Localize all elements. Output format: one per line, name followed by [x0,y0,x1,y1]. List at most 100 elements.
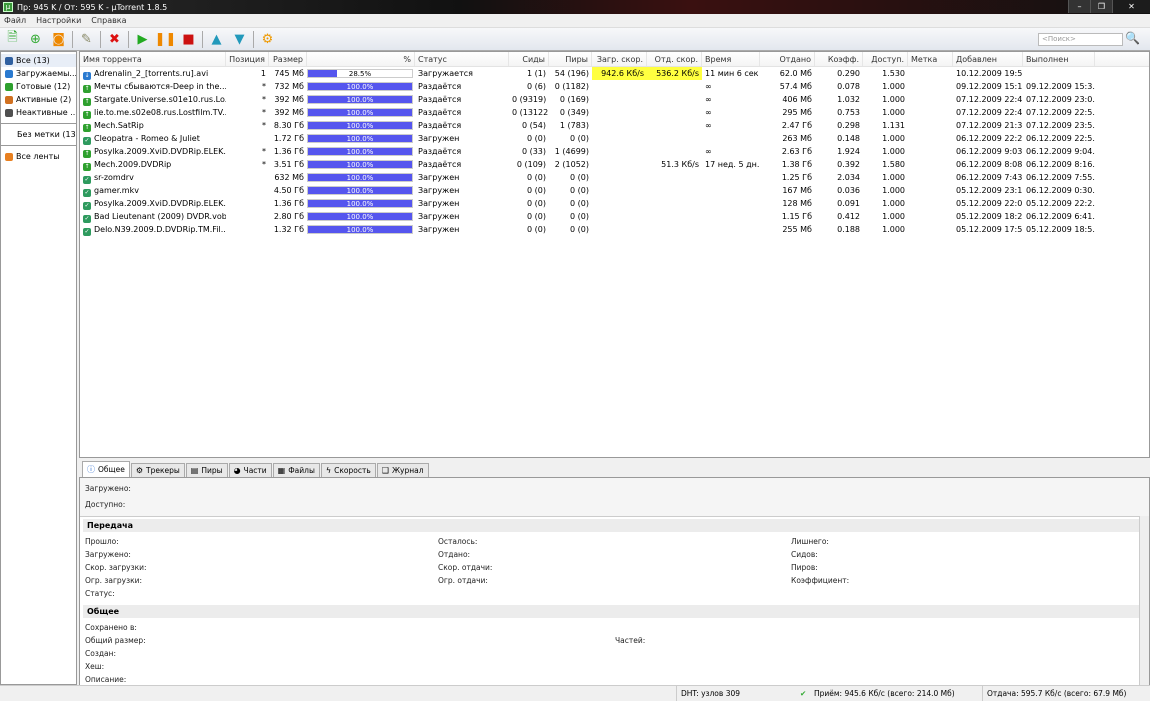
cell-availability: 1.000 [882,186,905,195]
torrent-row[interactable]: ✓ Posylka.2009.XviD.DVDRip.ELEK... 1.36 Гб… [80,197,1149,210]
move-up-icon[interactable]: ▲ [207,30,226,49]
torrent-row[interactable]: ✓ gamer.mkv 4.50 Гб 100.0% Загружен 0 (0) 0 (0… [80,184,1149,197]
tab-log[interactable]: ❑ Журнал [376,463,429,477]
column-header-seeds[interactable]: Сиды [509,52,549,66]
transfer-field-label: Пиров: [791,563,818,572]
torrent-row[interactable]: ↑ Mech.2009.DVDRip * 3.51 Гб 100.0% Раздаётся… [80,158,1149,171]
details-scrollbar[interactable] [1139,516,1149,686]
sidebar-item-no-label[interactable]: Без метки (13) [1,128,76,141]
progress-label: 100.0% [346,213,374,221]
column-header-completed[interactable]: Выполнен [1023,52,1095,66]
rss-icon[interactable]: ◙ [49,30,68,49]
pause-icon[interactable]: ❚❚ [155,30,177,49]
tab-label: Трекеры [146,466,180,475]
column-header-peers[interactable]: Пиры [549,52,592,66]
cell-percent: 100.0% [307,145,415,158]
torrent-row[interactable]: ↑ Mech.SatRip * 8.30 Гб 100.0% Раздаётся 0 (54… [80,119,1149,132]
add-url-icon[interactable]: ⊕ [26,30,45,49]
maximize-button[interactable]: ❐ [1090,0,1112,13]
column-header-ratio[interactable]: Коэфф. [815,52,863,66]
tab-trackers[interactable]: ⚙ Трекеры [130,463,185,477]
move-down-icon[interactable]: ▼ [230,30,249,49]
torrent-name: lie.to.me.s02e08.rus.Lostfilm.TV... [94,108,226,117]
column-header-name[interactable]: Имя торрента [80,52,226,66]
cell-percent: 100.0% [307,93,415,106]
remove-icon[interactable]: ✖ [105,30,124,49]
column-header-label[interactable]: Метка [908,52,953,66]
close-button[interactable]: ✕ [1112,0,1150,13]
tab-peers[interactable]: ▤ Пиры [185,463,228,477]
cell-label [908,119,953,132]
torrent-row[interactable]: ↑ Posylka.2009.XviD.DVDRip.ELEK... * 1.36 Г… [80,145,1149,158]
cell-label [908,106,953,119]
torrent-row[interactable]: ✓ Delo.N39.2009.D.DVDRip.TM.Fil... 1.32 Гб… [80,223,1149,236]
progress-bar: 100.0% [307,147,413,156]
cell-position: * [262,160,266,169]
cell-download-speed [592,171,647,184]
torrent-row[interactable]: ↑ Stargate.Universe.s01e10.rus.Lo... * 392 … [80,93,1149,106]
tab-general[interactable]: ⓘ Общее [82,461,130,477]
search-input[interactable]: <Поиск> [1038,33,1123,46]
cell-status: Загружен [418,199,460,208]
torrent-row[interactable]: ✓ sr-zomdrv 632 Мб 100.0% Загружен 0 (0) 0 (0)… [80,171,1149,184]
cell-status: Раздаётся [418,160,462,169]
search-icon[interactable]: 🔍 [1125,31,1140,45]
column-header-percent[interactable]: % [307,52,415,66]
column-header-position[interactable]: Позиция [226,52,269,66]
cell-uploaded: 2.47 Гб [781,121,812,130]
trackers-icon: ⚙ [135,466,143,475]
sidebar-item-inactive[interactable]: Неактивные ... [1,106,76,119]
torrent-row[interactable]: ✓ Bad Lieutenant (2009) DVDR.vob 2.80 Гб 10… [80,210,1149,223]
cell-status: Загружен [418,225,460,234]
sidebar-item-all[interactable]: Все (13) [1,54,76,67]
cell-completed: 06.12.2009 6:41... [1026,212,1095,221]
column-header-added[interactable]: Добавлен [953,52,1023,66]
menu-help[interactable]: Справка [91,16,126,25]
tab-files[interactable]: ▦ Файлы [272,463,320,477]
torrent-row[interactable]: ↓ Adrenalin_2_[torrents.ru].avi 1 745 Мб 28.… [80,67,1149,80]
sidebar-item-label: Неактивные ... [16,108,76,117]
menu-file[interactable]: Файл [4,16,26,25]
cell-added: 06.12.2009 9:03... [956,147,1023,156]
column-header-uploaded[interactable]: Отдано [760,52,815,66]
column-header-status[interactable]: Статус [415,52,509,66]
cell-eta: ∞ [705,121,712,130]
sidebar-item-label: Готовые (12) [16,82,71,91]
torrent-row[interactable]: ↑ Мечты сбываются-Deep in the... * 732 Мб 10… [80,80,1149,93]
column-header-download-speed[interactable]: Загр. скор. [592,52,647,66]
column-header-availability[interactable]: Доступ. [863,52,908,66]
cell-uploaded: 255 Мб [782,225,812,234]
cell-upload-speed [647,106,702,119]
progress-label: 100.0% [346,135,374,143]
stop-icon[interactable]: ■ [179,30,198,49]
cell-seeds: 0 (109) [516,160,546,169]
column-header-eta[interactable]: Время [702,52,760,66]
tab-pieces[interactable]: ◕ Части [228,463,272,477]
create-torrent-icon[interactable]: ✎ [77,30,96,49]
cell-size: 4.50 Гб [273,186,304,195]
tab-speed[interactable]: ϟ Скорость [320,463,376,477]
sidebar-item-downloading[interactable]: Загружаемы... [1,67,76,80]
cell-name: ✓ sr-zomdrv [80,171,226,184]
cell-seeds: 0 (33) [521,147,546,156]
sidebar-item-completed[interactable]: Готовые (12) [1,80,76,93]
cell-ratio: 0.091 [837,199,860,208]
sidebar-item-active[interactable]: Активные (2) [1,93,76,106]
minimize-button[interactable]: – [1068,0,1090,13]
add-torrent-icon[interactable]: 🗎 [3,30,22,49]
menu-settings[interactable]: Настройки [36,16,81,25]
cell-peers: 54 (196) [554,69,589,78]
speed-icon: ϟ [325,466,332,475]
seed-status-icon: ↑ [83,85,91,93]
column-header-upload-speed[interactable]: Отд. скор. [647,52,702,66]
column-header-size[interactable]: Размер [269,52,307,66]
torrent-row[interactable]: ↑ lie.to.me.s02e08.rus.Lostfilm.TV... * 392… [80,106,1149,119]
cell-position [226,132,269,145]
cell-label [908,80,953,93]
torrent-row[interactable]: ✓ Cleopatra - Romeo & Juliet 1.72 Гб 100.0%… [80,132,1149,145]
preferences-gear-icon[interactable]: ⚙ [258,30,277,49]
sidebar-item-all-feeds[interactable]: Все ленты [1,150,76,163]
cell-uploaded: 263 Мб [782,134,812,143]
cell-download-speed [592,223,647,236]
start-icon[interactable]: ▶ [133,30,152,49]
